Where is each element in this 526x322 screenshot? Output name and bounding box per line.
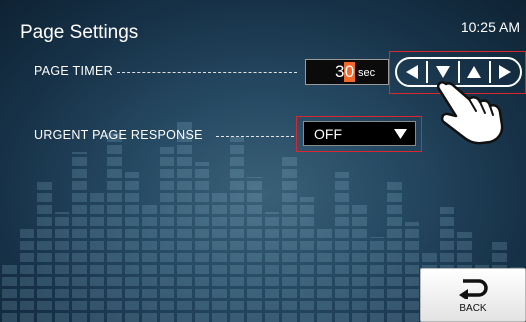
background-bar [54,212,69,322]
background-bar [387,182,402,322]
background-bar [124,172,139,322]
background-bar [72,152,87,322]
background-bar [107,132,122,322]
background-bar [37,182,52,322]
page-title: Page Settings [20,22,139,43]
timer-ones-digit-selected: 0 [344,62,355,82]
background-bar [212,192,227,322]
background-bar [89,192,104,322]
background-bar [159,147,174,322]
background-bar [352,202,367,322]
back-button[interactable]: BACK [420,268,526,322]
background-bar [334,172,349,322]
page-timer-label: PAGE TIMER [34,64,113,78]
page-timer-leader-line [117,72,297,73]
background-bar [299,197,314,322]
background-bar [264,212,279,322]
urgent-page-response-select[interactable]: OFF [303,121,416,146]
left-arrow-button[interactable] [397,59,426,85]
background-bar [317,227,332,322]
background-bar [229,137,244,322]
background-bar [19,227,34,322]
urgent-page-response-value: OFF [314,126,342,142]
pointing-hand-icon [437,81,504,145]
back-arrow-icon [459,279,488,299]
background-bar [194,162,209,322]
background-bar [177,122,192,322]
background-bar [2,262,17,322]
background-bar [142,202,157,322]
clock: 10:25 AM [460,19,520,35]
page-timer-value-field[interactable]: 3 0 sec [305,59,389,85]
settings-screen: Page Settings 10:25 AM PAGE TIMER 3 0 se… [0,0,526,322]
urgent-page-response-label: URGENT PAGE RESPONSE [34,128,203,142]
background-bar [247,177,262,322]
left-arrow-icon [405,65,418,79]
background-bar [369,237,384,322]
background-bar [404,222,419,322]
dropdown-caret-icon [394,129,407,139]
back-button-label: BACK [459,303,487,314]
background-bar [282,157,297,322]
urgent-page-response-leader-line [216,136,294,137]
timer-unit: sec [358,67,376,79]
